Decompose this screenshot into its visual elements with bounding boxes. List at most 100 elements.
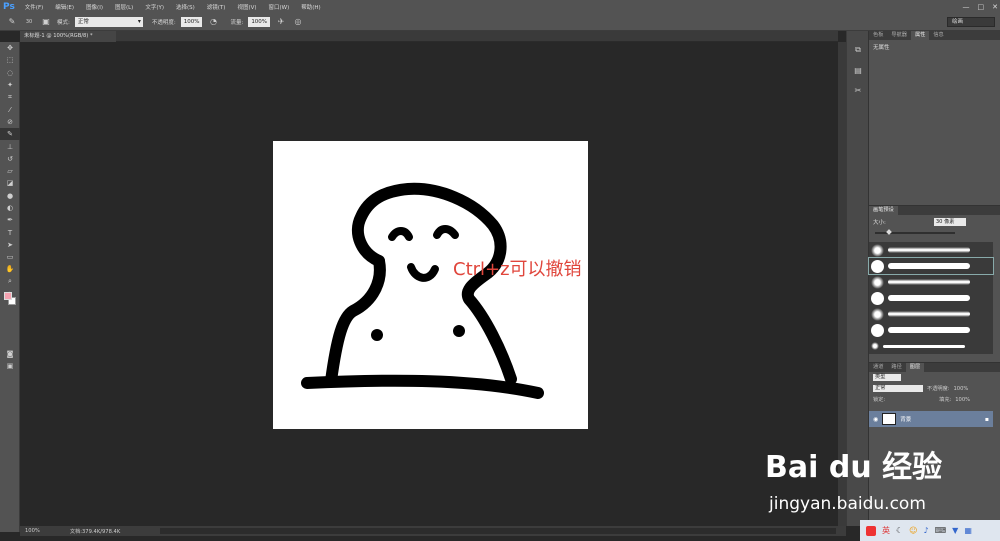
tab-info[interactable]: 信息 bbox=[929, 31, 947, 40]
minimize-button[interactable]: — bbox=[963, 3, 970, 11]
properties-tabs: 色板 导航器 属性 信息 bbox=[869, 31, 1000, 40]
flow-field[interactable]: 100% bbox=[248, 16, 271, 27]
close-button[interactable]: ✕ bbox=[992, 3, 998, 11]
hard-brush-tip-icon bbox=[871, 291, 884, 305]
menu-file[interactable]: 文件(F) bbox=[19, 3, 49, 11]
keyboard-icon[interactable]: ⌨ bbox=[935, 526, 947, 535]
brush-preset-item[interactable] bbox=[868, 257, 994, 275]
brush-stroke-preview bbox=[888, 295, 970, 301]
brush-presets-panel: 画笔预设 大小: 30 像素 bbox=[868, 206, 1000, 363]
brush-size-slider[interactable] bbox=[875, 229, 955, 235]
fill-label: 填充: bbox=[939, 397, 952, 403]
clone-stamp-tool-icon[interactable]: ⊥ bbox=[0, 140, 20, 152]
zoom-level[interactable]: 100% bbox=[25, 528, 40, 534]
blur-tool-icon[interactable]: ● bbox=[0, 190, 20, 202]
undo-hint-annotation: Ctrl+z可以撤销 bbox=[453, 259, 582, 280]
tab-navigator[interactable]: 导航器 bbox=[887, 31, 911, 40]
toggle-brush-panel-icon[interactable]: ▣ bbox=[40, 16, 52, 28]
move-tool-icon[interactable]: ✥ bbox=[0, 42, 20, 54]
blend-mode-dropdown[interactable]: 正常 bbox=[873, 385, 923, 392]
document-tab-bar bbox=[20, 31, 838, 42]
brush-size-row: 大小: 30 像素 bbox=[869, 215, 1000, 229]
slider-knob[interactable] bbox=[886, 229, 892, 235]
tab-properties[interactable]: 属性 bbox=[910, 31, 930, 40]
document-info: 文档:379.4K/978.4K bbox=[69, 528, 121, 535]
shirt-icon[interactable]: ▼ bbox=[952, 526, 958, 535]
eyedropper-tool-icon[interactable]: ⁄ bbox=[0, 103, 20, 115]
foreground-color-swatch[interactable] bbox=[4, 292, 12, 300]
brush-preset-item[interactable] bbox=[869, 338, 993, 354]
workspace-switcher[interactable]: 绘画 bbox=[947, 17, 995, 27]
layer-row-background[interactable]: ◉ 背景 ▪ bbox=[869, 411, 993, 427]
tab-brush-presets[interactable]: 画笔预设 bbox=[869, 206, 898, 215]
paint-bucket-tool-icon[interactable]: ◪ bbox=[0, 177, 20, 189]
menu-image[interactable]: 图像(I) bbox=[80, 3, 109, 11]
menu-edit[interactable]: 编辑(E) bbox=[49, 3, 80, 11]
history-brush-tool-icon[interactable]: ↺ bbox=[0, 153, 20, 165]
brush-panel-icon[interactable]: ✂ bbox=[847, 80, 869, 100]
brush-presets-tabs: 画笔预设 bbox=[869, 206, 1000, 215]
lasso-tool-icon[interactable]: ◌ bbox=[0, 67, 20, 79]
type-tool-icon[interactable]: T bbox=[0, 226, 20, 238]
screen-mode-icon[interactable]: ▣ bbox=[0, 360, 20, 372]
brush-tool-preset-icon[interactable]: ✎ bbox=[6, 16, 18, 28]
menu-type[interactable]: 文字(Y) bbox=[139, 3, 170, 11]
brush-preset-item[interactable] bbox=[869, 290, 993, 306]
brush-preset-item[interactable] bbox=[869, 306, 993, 322]
actions-panel-icon[interactable]: ▤ bbox=[847, 60, 869, 80]
opacity-field[interactable]: 100% bbox=[180, 16, 203, 27]
quick-select-tool-icon[interactable]: ✦ bbox=[0, 79, 20, 91]
mode-dropdown[interactable]: 正常 bbox=[74, 16, 143, 27]
horizontal-scrollbar[interactable] bbox=[160, 528, 836, 534]
fill-value[interactable]: 100% bbox=[955, 397, 970, 403]
tab-channels[interactable]: 通道 bbox=[869, 363, 887, 372]
pen-tool-icon[interactable]: ✒ bbox=[0, 214, 20, 226]
tab-swatches[interactable]: 色板 bbox=[869, 31, 887, 40]
crop-tool-icon[interactable]: ⌗ bbox=[0, 91, 20, 103]
menu-window[interactable]: 窗口(W) bbox=[263, 3, 296, 11]
grid-icon[interactable]: ▦ bbox=[964, 526, 972, 535]
pressure-opacity-icon[interactable]: ◔ bbox=[207, 16, 219, 28]
menu-select[interactable]: 选择(S) bbox=[170, 3, 201, 11]
visibility-eye-icon[interactable]: ◉ bbox=[873, 416, 878, 423]
tab-paths[interactable]: 路径 bbox=[887, 363, 905, 372]
pressure-size-icon[interactable]: ◎ bbox=[292, 16, 304, 28]
menu-view[interactable]: 视图(V) bbox=[231, 3, 262, 11]
brush-preset-picker[interactable]: 30 bbox=[23, 16, 35, 28]
maximize-button[interactable]: □ bbox=[978, 3, 985, 11]
path-select-tool-icon[interactable]: ➤ bbox=[0, 239, 20, 251]
microphone-icon[interactable]: ♪ bbox=[924, 526, 929, 535]
tab-layers[interactable]: 图层 bbox=[905, 363, 925, 372]
properties-panel: 色板 导航器 属性 信息 无属性 bbox=[869, 31, 1000, 206]
brush-size-field[interactable]: 30 像素 bbox=[933, 218, 966, 226]
airbrush-icon[interactable]: ✈ bbox=[275, 16, 287, 28]
document-canvas[interactable]: Ctrl+z可以撤销 bbox=[273, 141, 588, 429]
opacity-label: 不透明度: bbox=[151, 19, 176, 26]
layer-kind-filter[interactable]: 类型 bbox=[873, 374, 901, 381]
layer-opacity-value[interactable]: 100% bbox=[954, 386, 969, 392]
brush-preset-item[interactable] bbox=[869, 322, 993, 338]
sogou-ime-icon[interactable] bbox=[866, 525, 876, 536]
document-tab[interactable]: 未标题-1 @ 100%(RGB/8) * bbox=[20, 31, 116, 42]
healing-brush-tool-icon[interactable]: ⊘ bbox=[0, 116, 20, 128]
brush-preset-item[interactable] bbox=[869, 274, 993, 290]
moon-icon[interactable]: ☾ bbox=[896, 526, 903, 535]
shape-tool-icon[interactable]: ▭ bbox=[0, 251, 20, 263]
marquee-tool-icon[interactable]: ⬚ bbox=[0, 54, 20, 66]
brush-preset-item[interactable] bbox=[869, 242, 993, 258]
emoji-icon[interactable]: ☺ bbox=[909, 526, 917, 535]
zoom-tool-icon[interactable]: ⌕ bbox=[0, 276, 20, 288]
quick-mask-icon[interactable]: ◙ bbox=[0, 348, 20, 360]
menu-help[interactable]: 帮助(H) bbox=[295, 3, 326, 11]
watermark-brand: Bai du 经验 bbox=[765, 450, 943, 485]
menu-filter[interactable]: 滤镜(T) bbox=[201, 3, 232, 11]
hand-tool-icon[interactable]: ✋ bbox=[0, 263, 20, 275]
mode-label: 模式: bbox=[57, 19, 70, 26]
eraser-tool-icon[interactable]: ▱ bbox=[0, 165, 20, 177]
brush-tool-icon[interactable]: ✎ bbox=[0, 128, 20, 141]
baidu-watermark: Bai du 经验 jingyan.baidu.com bbox=[765, 430, 955, 522]
history-panel-icon[interactable]: ⧉ bbox=[847, 40, 869, 60]
ime-language[interactable]: 英 bbox=[882, 525, 890, 536]
menu-layer[interactable]: 图层(L) bbox=[109, 3, 139, 11]
dodge-tool-icon[interactable]: ◐ bbox=[0, 202, 20, 214]
